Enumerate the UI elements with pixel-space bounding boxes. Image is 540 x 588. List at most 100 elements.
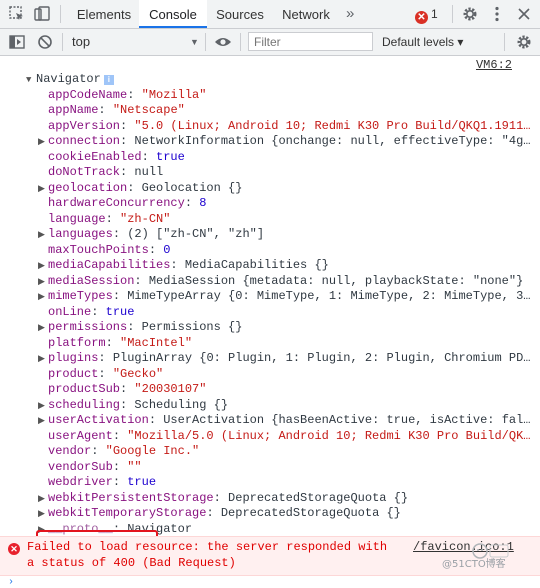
prop-value: DeprecatedStorageQuota {} — [228, 490, 409, 505]
prop-colon: : — [98, 103, 113, 117]
prop-key: onLine — [48, 304, 92, 319]
prop-key: mediaSession — [48, 273, 135, 288]
navigator-prop-languages[interactable]: ▶ languages: (2) ["zh-CN", "zh"] — [38, 227, 264, 243]
live-expression-eye-icon[interactable] — [214, 33, 232, 51]
prop-colon: : — [98, 366, 113, 381]
prop-colon: : — [120, 165, 135, 179]
error-count: 1 — [431, 7, 438, 21]
prop-colon: : — [184, 196, 200, 210]
prop-colon: : — [141, 149, 157, 164]
prop-key: permissions — [48, 320, 128, 334]
prop-key: plugins — [48, 351, 99, 365]
expand-triangle-icon[interactable]: ▶ — [38, 399, 48, 415]
navigator-prop-plugins[interactable]: ▶ plugins: PluginArray {0: Plugin, 1: Plu… — [38, 351, 531, 367]
console-prompt-icon[interactable]: › — [8, 577, 14, 588]
prop-colon: : — [91, 444, 106, 458]
prop-value: Geolocation {} — [141, 180, 243, 195]
prop-key: userAgent — [48, 428, 113, 443]
context-selector[interactable]: top — [72, 29, 90, 55]
prop-colon: : — [120, 134, 135, 148]
prop-value: "Mozilla/5.0 (Linux; Android 10; Redmi K… — [127, 428, 531, 443]
prop-value: "zh-CN" — [120, 211, 171, 226]
navigator-prop-connection[interactable]: ▶ connection: NetworkInformation {onchang… — [38, 134, 531, 150]
navigator-prop-geolocation[interactable]: ▶ geolocation: Geolocation {} — [38, 181, 242, 197]
prop-colon: : — [127, 87, 142, 102]
expand-triangle-icon[interactable]: ▶ — [38, 135, 48, 151]
source-location-link[interactable]: VM6:2 — [476, 58, 512, 72]
prop-value: "5.0 (Linux; Android 10; Redmi K30 Pro B… — [134, 118, 531, 133]
log-levels-dropdown[interactable]: Default levels ▾ — [382, 29, 463, 55]
expand-triangle-icon[interactable]: ▶ — [38, 182, 48, 198]
more-tabs-button[interactable]: » — [346, 0, 354, 28]
error-message-text: Failed to load resource: the server resp… — [27, 540, 388, 570]
prop-value: UserActivation {hasBeenActive: true, isA… — [163, 413, 531, 427]
navigator-prop-permissions[interactable]: ▶ permissions: Permissions {} — [38, 320, 242, 336]
prop-colon: : — [148, 413, 164, 427]
prop-value: true — [127, 475, 157, 489]
prop-key: webkitPersistentStorage — [48, 490, 214, 505]
prop-key: language — [48, 211, 106, 226]
prop-colon: : — [120, 382, 135, 396]
navigator-prop-language: language: "zh-CN" — [38, 212, 170, 228]
clear-console-icon[interactable] — [36, 33, 54, 51]
prop-colon: : — [105, 335, 121, 350]
navigator-prop-webkitPersistentStorage[interactable]: ▶ webkitPersistentStorage: DeprecatedStor… — [38, 491, 408, 507]
expand-triangle-icon[interactable]: ▶ — [38, 414, 48, 430]
prop-value: "Google Inc." — [105, 444, 200, 458]
inspect-element-icon[interactable] — [8, 5, 26, 23]
console-settings-gear-icon[interactable] — [515, 33, 533, 51]
context-dropdown-icon[interactable]: ▼ — [190, 29, 199, 55]
expand-triangle-icon[interactable]: ▶ — [38, 321, 48, 337]
device-toolbar-icon[interactable] — [33, 5, 51, 23]
prop-key: mediaCapabilities — [48, 258, 171, 272]
prop-key: cookieEnabled — [48, 149, 142, 164]
expand-triangle-icon[interactable]: ▶ — [38, 275, 48, 291]
prop-value: MediaSession {metadata: null, playbackSt… — [148, 273, 524, 288]
more-options-icon[interactable] — [488, 5, 506, 23]
tab-elements[interactable]: Elements — [70, 0, 138, 28]
prop-key: connection — [48, 134, 121, 148]
prop-colon: : — [127, 180, 142, 195]
prop-value: "" — [127, 459, 142, 474]
navigator-prop-mediaCapabilities[interactable]: ▶ mediaCapabilities: MediaCapabilities {} — [38, 258, 329, 274]
navigator-object-header[interactable]: ▼ Navigator i — [26, 72, 114, 88]
prop-key: platform — [48, 335, 106, 350]
navigator-prop-mimeTypes[interactable]: ▶ mimeTypes: MimeTypeArray {0: MimeType, … — [38, 289, 530, 305]
watermark-text: @51CTO博客 — [442, 559, 506, 570]
prop-colon: : — [112, 475, 128, 489]
prop-colon: : — [213, 490, 229, 505]
expand-triangle-icon[interactable]: ▶ — [38, 228, 48, 244]
navigator-prop-webkitTemporaryStorage[interactable]: ▶ webkitTemporaryStorage: DeprecatedStora… — [38, 506, 401, 522]
navigator-prop-userActivation[interactable]: ▶ userActivation: UserActivation {hasBeen… — [38, 413, 531, 429]
prop-key: userActivation — [48, 413, 149, 427]
prop-key: webkitTemporaryStorage — [48, 506, 207, 520]
tab-console[interactable]: Console — [139, 0, 207, 28]
prop-colon: : — [120, 397, 135, 412]
expand-triangle-icon[interactable]: ▶ — [38, 290, 48, 306]
navigator-prop-mediaSession[interactable]: ▶ mediaSession: MediaSession {metadata: n… — [38, 274, 523, 290]
navigator-prop-vendor: vendor: "Google Inc." — [38, 444, 199, 460]
error-count-badge[interactable]: ✕ 1 — [415, 6, 438, 24]
expand-triangle-icon[interactable]: ▶ — [38, 259, 48, 275]
prop-value: (2) ["zh-CN", "zh"] — [127, 227, 265, 241]
prop-value: NetworkInformation {onchange: null, effe… — [134, 134, 531, 148]
prop-value: true — [105, 304, 135, 319]
navigator-prop-scheduling[interactable]: ▶ scheduling: Scheduling {} — [38, 398, 228, 414]
expand-triangle-icon[interactable]: ▶ — [38, 492, 48, 508]
expand-triangle-icon[interactable]: ▶ — [38, 507, 48, 523]
show-sidebar-icon[interactable] — [8, 33, 26, 51]
tab-sources[interactable]: Sources — [208, 0, 272, 28]
prop-value: "Mozilla" — [141, 87, 207, 102]
expand-triangle-icon[interactable]: ▶ — [38, 352, 48, 368]
settings-gear-icon[interactable] — [461, 5, 479, 23]
prop-colon: : — [206, 506, 221, 520]
console-output: VM6:2 ▼ Navigator i appCodeName: "Mozilla"… — [0, 56, 540, 588]
prop-key: maxTouchPoints — [48, 242, 149, 257]
tab-network[interactable]: Network — [274, 0, 338, 28]
prop-key: product — [48, 366, 99, 381]
prop-value: Scheduling {} — [134, 397, 229, 412]
filter-input[interactable] — [248, 32, 373, 51]
collapse-triangle-icon[interactable]: ▼ — [26, 73, 36, 89]
close-devtools-icon[interactable] — [515, 5, 533, 23]
prop-colon: : — [112, 227, 128, 241]
